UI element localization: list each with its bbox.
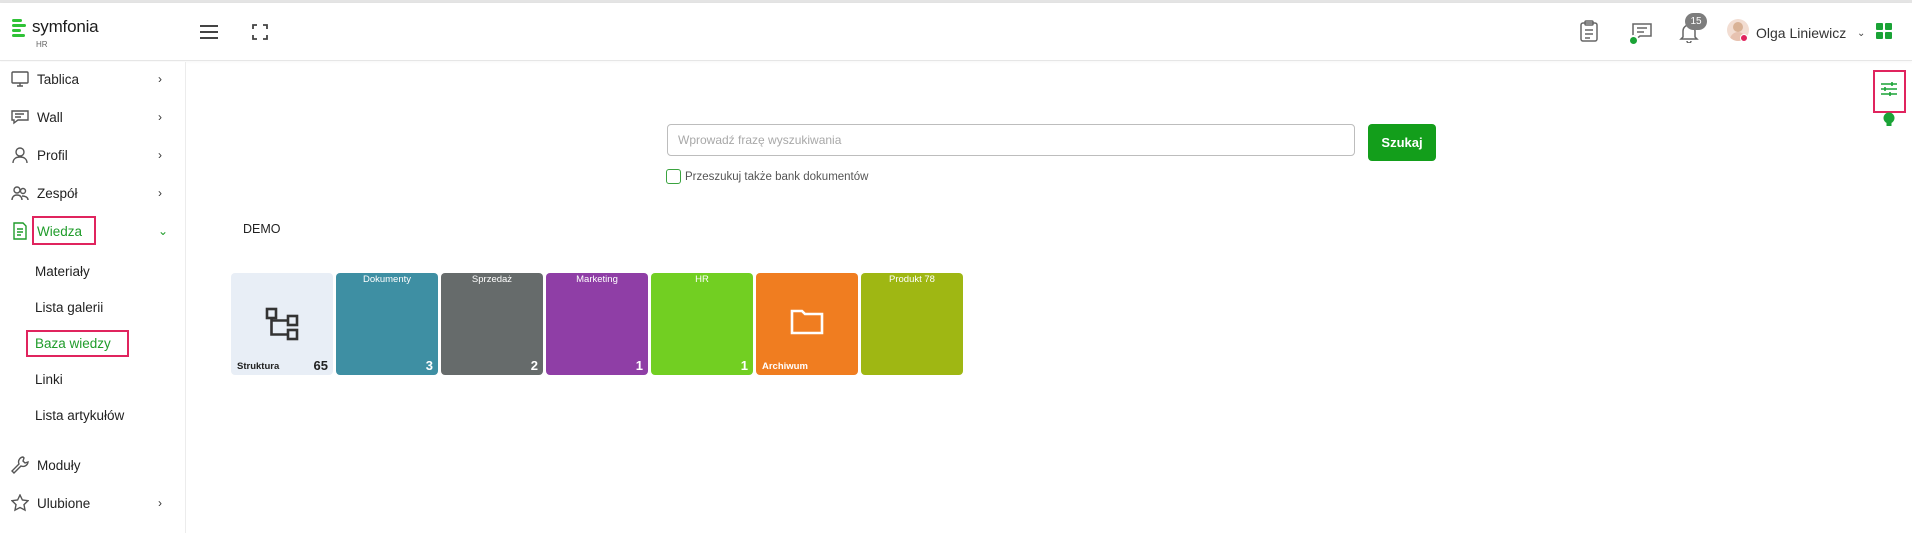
user-icon	[12, 147, 28, 164]
tile-title: Marketing	[576, 274, 618, 285]
tile-count: 1	[740, 358, 748, 373]
tile-title: HR	[695, 274, 709, 285]
logo-text: symfonia	[32, 17, 99, 36]
highlight-box	[1873, 70, 1906, 113]
sidebar-subitem-lista-artykulow[interactable]: Lista artykułów	[35, 408, 124, 423]
chevron-right-icon: ›	[158, 110, 162, 124]
tile-marketing[interactable]: Marketing 1	[546, 273, 648, 375]
tile-title: Produkt 78	[889, 274, 935, 285]
highlight-box	[32, 216, 96, 245]
sidebar-item-label: Tablica	[37, 71, 80, 87]
sidebar-subitem-materialy[interactable]: Materiały	[35, 264, 90, 279]
sidebar-item-label: Ulubione	[37, 495, 91, 511]
sidebar: Tablica › Wall › Profil › Zespół › Wiedz…	[0, 62, 186, 533]
chat-icon	[11, 110, 29, 125]
tile-title: Dokumenty	[362, 274, 412, 285]
chevron-down-icon[interactable]: ⌄	[1857, 28, 1865, 39]
apps-grid-icon[interactable]	[1876, 23, 1893, 40]
user-name[interactable]: Olga Liniewicz	[1756, 25, 1846, 41]
tile-struktura[interactable]: Struktura 65	[231, 273, 333, 375]
tile-archiwum[interactable]: Archiwum	[756, 273, 858, 375]
search-documents-checkbox[interactable]	[666, 169, 681, 184]
clipboard-icon[interactable]	[1580, 20, 1598, 47]
search-box	[667, 124, 1355, 156]
sidebar-item-label: Zespół	[37, 185, 78, 201]
tile-count: 3	[425, 358, 433, 373]
search-button[interactable]: Szukaj	[1368, 124, 1436, 161]
tile-bottom-label: Struktura	[237, 361, 280, 372]
notification-badge: 15	[1685, 13, 1707, 30]
tile-hr[interactable]: HR 1	[651, 273, 753, 375]
chevron-right-icon: ›	[158, 186, 162, 200]
wrench-icon	[11, 456, 29, 474]
avatar-status-dot	[1740, 34, 1748, 42]
monitor-icon	[11, 71, 29, 87]
sidebar-item-label: Wall	[37, 109, 63, 125]
chevron-right-icon: ›	[158, 72, 162, 86]
tile-produkt-78[interactable]: Produkt 78	[861, 273, 963, 375]
hierarchy-icon	[265, 307, 299, 341]
sidebar-subitem-linki[interactable]: Linki	[35, 372, 63, 387]
sidebar-item-zespol[interactable]: Zespół ›	[0, 176, 186, 210]
search-input[interactable]	[668, 125, 1354, 155]
sidebar-subitem-lista-galerii[interactable]: Lista galerii	[35, 300, 103, 315]
tile-title: Sprzedaż	[471, 274, 513, 285]
search-documents-label: Przeszukuj także bank dokumentów	[685, 171, 869, 183]
tile-count: 1	[635, 358, 643, 373]
sidebar-item-label: Profil	[37, 147, 68, 163]
document-icon	[13, 222, 27, 240]
folder-icon	[790, 309, 824, 335]
logo-subtitle: HR	[36, 40, 48, 49]
fullscreen-icon[interactable]	[252, 24, 268, 45]
lightbulb-icon[interactable]	[1883, 112, 1895, 128]
highlight-box	[26, 330, 129, 357]
sidebar-item-tablica[interactable]: Tablica ›	[0, 62, 186, 96]
tile-dokumenty[interactable]: Dokumenty 3	[336, 273, 438, 375]
app-header: symfonia HR 15 Olga Liniewicz ⌄	[0, 3, 1912, 61]
chevron-right-icon: ›	[158, 496, 162, 510]
tile-bottom-label: Archiwum	[762, 361, 808, 372]
messages-icon[interactable]	[1628, 21, 1653, 48]
sidebar-item-label: Moduły	[37, 457, 81, 473]
tile-count: 65	[313, 358, 328, 373]
team-icon	[11, 186, 29, 201]
tile-sprzedaz[interactable]: Sprzedaż 2	[441, 273, 543, 375]
star-icon	[11, 494, 29, 512]
sidebar-item-profil[interactable]: Profil ›	[0, 138, 186, 172]
chevron-right-icon: ›	[158, 148, 162, 162]
online-status-dot	[1628, 35, 1639, 46]
sidebar-item-moduly[interactable]: Moduły	[0, 448, 186, 482]
hamburger-icon[interactable]	[200, 24, 218, 45]
logo-mark-icon	[12, 18, 28, 37]
chevron-down-icon: ⌄	[158, 224, 169, 238]
section-title: DEMO	[243, 222, 281, 236]
sidebar-item-ulubione[interactable]: Ulubione ›	[0, 486, 186, 520]
tile-count: 2	[530, 358, 538, 373]
app-logo[interactable]: symfonia	[12, 17, 99, 37]
sidebar-item-wall[interactable]: Wall ›	[0, 100, 186, 134]
